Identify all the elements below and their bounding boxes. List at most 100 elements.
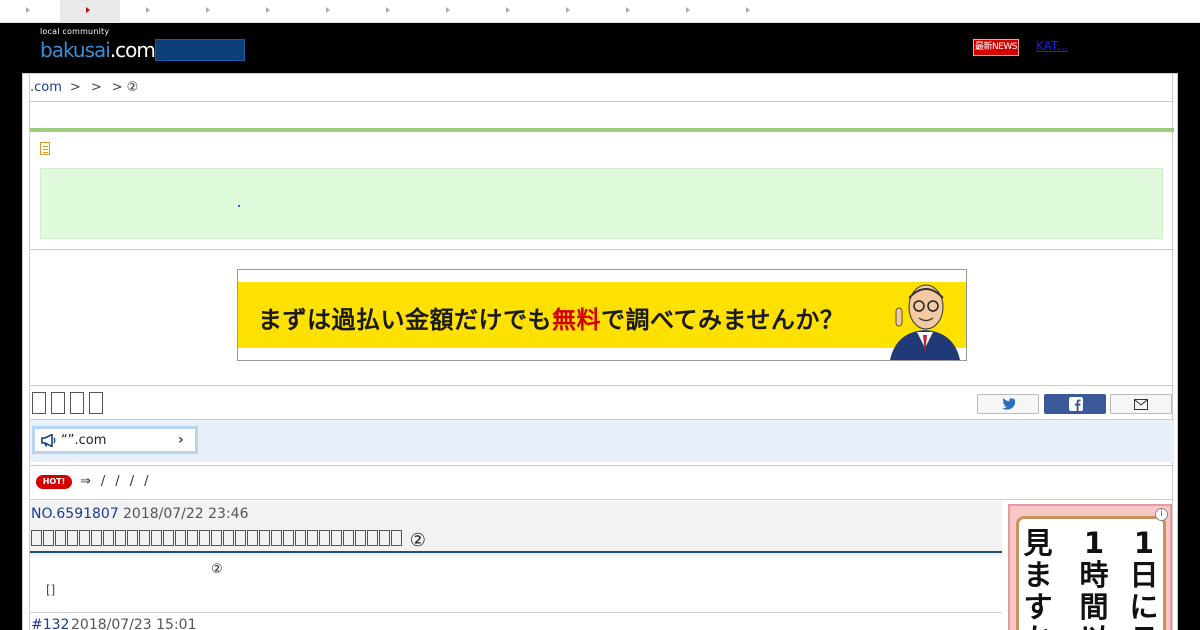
nav-tab[interactable] [300, 0, 360, 23]
banner-text-highlight: 無料 [552, 306, 601, 334]
nav-arrow-icon [26, 7, 30, 13]
ad-banner[interactable]: まずは過払い金額だけでも無料で調べてみませんか？ [237, 269, 967, 361]
logo-suffix: .com [109, 38, 156, 62]
logo-wordmark: bakusai.com [40, 38, 156, 62]
side-ad-column: 見ますか [1021, 527, 1055, 630]
nav-tab[interactable] [0, 0, 60, 23]
logo-name: bakusai [40, 38, 111, 62]
nav-tab[interactable] [120, 0, 180, 23]
thread-summary-box [40, 168, 1163, 239]
divider [30, 612, 1002, 613]
announcement-bar: “”.com › [30, 420, 1174, 462]
nav-arrow-icon [146, 7, 150, 13]
post-meta: [] [46, 583, 56, 597]
breadcrumb-home-link[interactable]: .com [30, 80, 62, 95]
hot-separator: / [115, 474, 120, 489]
nav-tab[interactable] [240, 0, 300, 23]
title-glyph [259, 530, 270, 546]
title-glyph [91, 530, 102, 546]
nav-arrow-icon [566, 7, 570, 13]
divider [30, 385, 1174, 386]
arrow-icon: ⇒ [80, 474, 91, 489]
post-number-link[interactable]: NO.6591807 [31, 506, 119, 522]
post-title: ② [31, 530, 426, 551]
heading-glyph [89, 392, 103, 414]
nav-tab[interactable] [660, 0, 720, 23]
area-select[interactable] [155, 39, 245, 61]
logo-tagline: local community [40, 27, 110, 36]
title-glyph [127, 530, 138, 546]
announcement-button[interactable]: “”.com › [32, 426, 198, 454]
title-glyph [43, 530, 54, 546]
site-logo[interactable]: local community bakusai.com [40, 27, 156, 67]
nav-arrow-icon [386, 7, 390, 13]
title-glyph [319, 530, 330, 546]
hot-separator: / [100, 474, 106, 489]
mail-icon [1134, 399, 1148, 410]
side-ad-column: 1時間以 [1077, 527, 1111, 630]
title-glyph [199, 530, 210, 546]
nav-tab[interactable] [420, 0, 480, 23]
heading-glyph [32, 392, 46, 414]
lawyer-illustration [890, 284, 960, 360]
news-badge[interactable]: 最新NEWS [973, 39, 1019, 56]
title-glyph [67, 530, 78, 546]
divider [30, 465, 1174, 466]
facebook-icon [1069, 397, 1083, 411]
title-glyph [247, 530, 258, 546]
hot-separator: / [144, 474, 149, 489]
thread-heading [32, 392, 108, 416]
title-glyph [379, 530, 390, 546]
post-body: ② [211, 562, 223, 577]
share-twitter-button[interactable] [977, 394, 1039, 414]
title-glyph [211, 530, 222, 546]
section-rule [30, 128, 1174, 132]
banner-text: まずは過払い金額だけでも無料で調べてみませんか？ [258, 300, 844, 335]
hot-badge: HOT! [36, 474, 72, 489]
nav-tab[interactable] [480, 0, 540, 23]
side-ad[interactable]: 見ますか 1時間以 1日にテ i [1008, 504, 1172, 630]
title-glyph [139, 530, 150, 546]
reply-date: 2018/07/23 15:01 [71, 617, 197, 630]
ad-info-icon[interactable]: i [1155, 508, 1168, 521]
share-mail-button[interactable] [1110, 394, 1172, 414]
nav-arrow-icon [506, 7, 510, 13]
news-link[interactable]: KAT... [1036, 39, 1068, 53]
nav-tab[interactable] [720, 0, 780, 23]
nav-tab[interactable] [540, 0, 600, 23]
nav-tab[interactable] [180, 0, 240, 23]
site-header: local community bakusai.com 最新NEWS KAT..… [0, 24, 1200, 72]
title-glyph [307, 530, 318, 546]
breadcrumb-separator: > [90, 80, 102, 95]
title-glyph [283, 530, 294, 546]
breadcrumb-separator: > [111, 80, 123, 95]
title-glyph [235, 530, 246, 546]
share-facebook-button[interactable] [1044, 394, 1106, 414]
side-ad-column: 1日にテ [1127, 527, 1161, 630]
announcement-label: “”.com [61, 433, 107, 448]
reply-number-link[interactable]: #132 [31, 617, 69, 630]
side-ad-text: 1時間以 [1079, 526, 1109, 630]
nav-tab[interactable] [360, 0, 420, 23]
divider [30, 499, 1174, 500]
title-glyph [271, 530, 282, 546]
nav-tab[interactable] [600, 0, 660, 23]
top-nav-bar [0, 0, 1200, 23]
nav-arrow-icon [686, 7, 690, 13]
post-title-rule [30, 551, 1002, 553]
nav-arrow-icon [326, 7, 330, 13]
nav-arrow-icon [86, 7, 90, 13]
divider [30, 101, 1174, 102]
title-glyph [55, 530, 66, 546]
post-date: 2018/07/22 23:46 [123, 506, 249, 522]
heading-glyph [51, 392, 65, 414]
document-line [43, 152, 48, 153]
breadcrumb-separator: > [69, 80, 81, 95]
title-glyph [115, 530, 126, 546]
title-glyph [103, 530, 114, 546]
title-glyph [31, 530, 42, 546]
summary-dot [238, 205, 240, 207]
nav-tab-active[interactable] [60, 0, 120, 23]
twitter-icon [1002, 398, 1015, 410]
breadcrumb: .com > > > ② [30, 80, 138, 95]
